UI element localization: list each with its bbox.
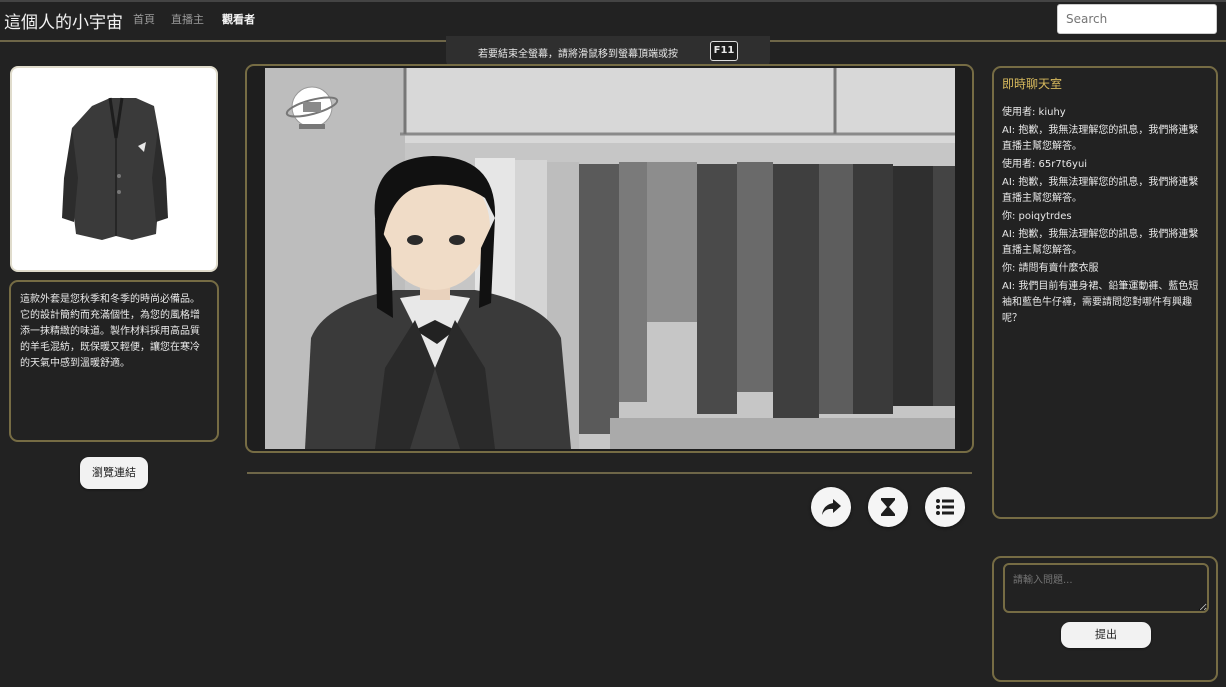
- chat-input-panel: 提出: [992, 556, 1218, 682]
- nav-link-streamer[interactable]: 直播主: [171, 11, 204, 27]
- list-button[interactable]: [925, 487, 965, 527]
- fullscreen-notice-text: 若要結束全螢幕，請將滑鼠移到螢幕頂端或按: [478, 49, 678, 60]
- stream-scene: [265, 68, 955, 449]
- chat-message: 使用者: 65r7t6yui: [1002, 159, 1088, 170]
- planet-icon: [285, 86, 339, 129]
- product-description-panel: 這款外套是您秋季和冬季的時尚必備品。它的設計簡約而充滿個性，為您的風格增添一抹精…: [9, 280, 219, 442]
- share-icon: [822, 499, 841, 515]
- browse-link-button[interactable]: 瀏覽連結: [80, 457, 148, 489]
- site-brand[interactable]: 這個人的小宇宙: [4, 8, 123, 33]
- chat-message: 使用者: kiuhy: [1002, 107, 1066, 118]
- hourglass-icon: [881, 498, 895, 516]
- stream-video: [265, 68, 955, 449]
- timer-button[interactable]: [868, 487, 908, 527]
- chat-message: AI: 我們目前有連身裙、鉛筆運動褲、藍色短袖和藍色牛仔褲，需要請問您對哪件有興…: [1002, 281, 1199, 324]
- product-description: 這款外套是您秋季和冬季的時尚必備品。它的設計簡約而充滿個性，為您的風格增添一抹精…: [20, 294, 200, 369]
- chat-message: 你: poiqytrdes: [1002, 211, 1072, 222]
- chat-message: AI: 抱歉，我無法理解您的訊息，我們將連繫直播主幫您解答。: [1002, 229, 1199, 256]
- share-button[interactable]: [811, 487, 851, 527]
- f11-key-badge: F11: [710, 41, 738, 61]
- submit-question-button[interactable]: 提出: [1061, 622, 1151, 648]
- chat-title: 即時聊天室: [1002, 77, 1063, 91]
- chat-message: 你: 請問有賣什麼衣服: [1002, 263, 1099, 274]
- nav-link-home[interactable]: 首頁: [133, 11, 155, 27]
- stage-divider: [247, 472, 972, 474]
- jacket-image: [62, 97, 168, 240]
- nav-link-viewer[interactable]: 觀看者: [222, 11, 255, 27]
- chat-message: AI: 抱歉，我無法理解您的訊息，我們將連繫直播主幫您解答。: [1002, 125, 1199, 152]
- question-input[interactable]: [1003, 563, 1209, 613]
- top-navbar: 這個人的小宇宙 首頁 直播主 觀看者: [0, 2, 1226, 38]
- live-stream-stage[interactable]: [245, 64, 974, 453]
- search-input[interactable]: [1057, 4, 1217, 34]
- chat-room-panel: 即時聊天室 使用者: kiuhy AI: 抱歉，我無法理解您的訊息，我們將連繫直…: [992, 66, 1218, 519]
- product-image-card[interactable]: [10, 66, 218, 272]
- list-icon: [936, 499, 954, 515]
- chat-message: AI: 抱歉，我無法理解您的訊息，我們將連繫直播主幫您解答。: [1002, 177, 1199, 204]
